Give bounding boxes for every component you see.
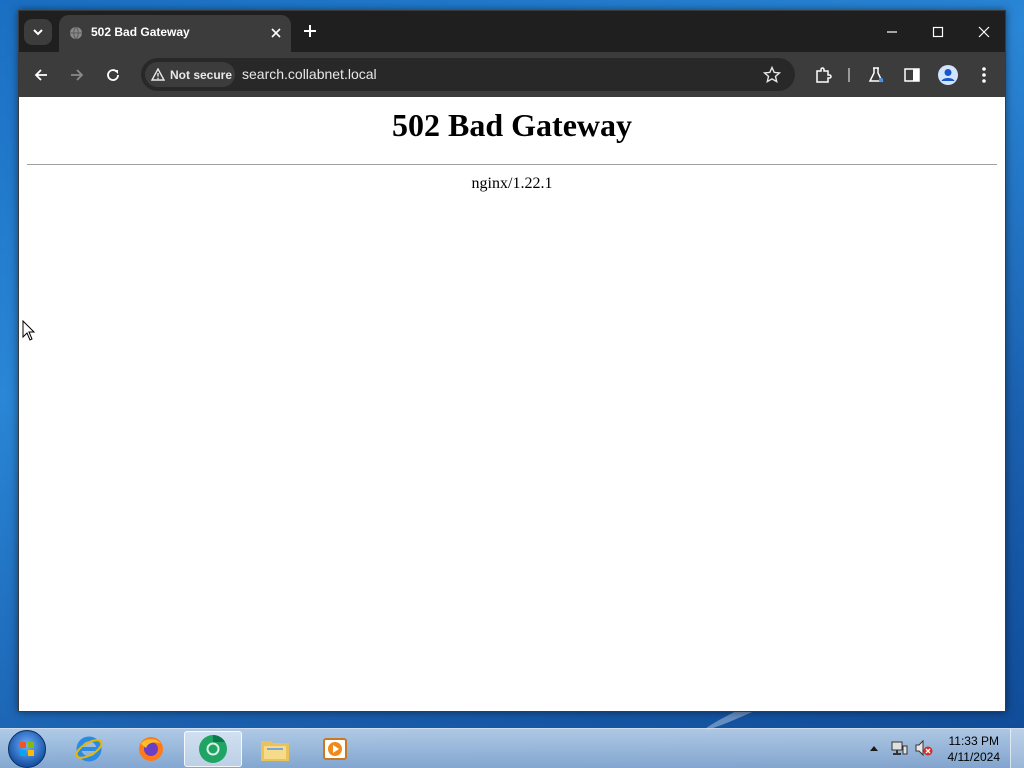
clock-date: 4/11/2024 bbox=[947, 750, 1001, 764]
reload-icon bbox=[107, 69, 119, 81]
arrow-left-icon bbox=[34, 69, 47, 81]
toolbar-divider bbox=[848, 68, 850, 82]
close-tab-icon[interactable] bbox=[267, 24, 285, 42]
puzzle-icon bbox=[816, 67, 832, 83]
taskbar-app-media-player[interactable] bbox=[306, 731, 364, 767]
star-icon[interactable] bbox=[763, 66, 781, 84]
back-button[interactable] bbox=[29, 63, 53, 87]
show-hidden-icons-icon[interactable] bbox=[868, 739, 880, 757]
side-panel-icon bbox=[904, 68, 920, 82]
close-icon bbox=[978, 26, 990, 37]
minimize-icon bbox=[887, 30, 897, 33]
file-explorer-icon bbox=[261, 741, 289, 761]
network-icon[interactable] bbox=[890, 739, 908, 757]
clock-time: 11:33 PM bbox=[948, 734, 999, 748]
system-clock[interactable]: 11:33 PM 4/11/2024 bbox=[948, 733, 1001, 765]
start-button[interactable] bbox=[8, 730, 46, 768]
close-window-button[interactable] bbox=[961, 11, 1007, 52]
taskbar-app-firefox[interactable] bbox=[122, 731, 180, 767]
divider bbox=[27, 164, 997, 165]
security-label: Not secure bbox=[170, 67, 233, 82]
browser-toolbar: Not secure search.collabnet.local bbox=[19, 52, 1005, 97]
windows-logo-icon bbox=[20, 742, 34, 756]
chevron-down-icon bbox=[33, 29, 43, 36]
flask-icon bbox=[868, 67, 884, 83]
new-tab-icon[interactable] bbox=[301, 22, 319, 40]
firefox-icon bbox=[139, 737, 163, 761]
taskbar-app-file-explorer[interactable] bbox=[246, 731, 304, 767]
url-text[interactable]: search.collabnet.local bbox=[242, 66, 377, 82]
profile-button[interactable] bbox=[937, 64, 959, 86]
avatar-icon bbox=[938, 65, 958, 85]
chrome-icon bbox=[199, 735, 227, 763]
tab-active[interactable]: 502 Bad Gateway bbox=[59, 15, 291, 52]
show-desktop-button[interactable] bbox=[1010, 729, 1024, 768]
globe-icon bbox=[70, 26, 82, 40]
internet-explorer-icon bbox=[75, 736, 103, 762]
maximize-button[interactable] bbox=[915, 11, 961, 52]
maximize-icon bbox=[932, 26, 944, 37]
page-content: 502 Bad Gateway nginx/1.22.1 bbox=[19, 97, 1005, 711]
browser-window: 502 Bad Gateway Not secure search.collab… bbox=[18, 10, 1006, 712]
extensions-button[interactable] bbox=[812, 64, 834, 86]
site-info-chip[interactable]: Not secure bbox=[145, 62, 235, 87]
taskbar-app-internet-explorer[interactable] bbox=[60, 731, 118, 767]
tab-title: 502 Bad Gateway bbox=[91, 25, 190, 39]
server-signature: nginx/1.22.1 bbox=[471, 175, 553, 192]
forward-button[interactable] bbox=[65, 63, 89, 87]
taskbar-app-chrome[interactable] bbox=[184, 731, 242, 767]
side-panel-button[interactable] bbox=[901, 64, 923, 86]
warning-icon bbox=[151, 68, 165, 81]
page-heading: 502 Bad Gateway bbox=[392, 107, 632, 143]
kebab-menu-icon bbox=[982, 67, 986, 83]
menu-button[interactable] bbox=[973, 64, 995, 86]
address-bar[interactable]: Not secure search.collabnet.local bbox=[141, 58, 795, 91]
volume-muted-icon[interactable] bbox=[914, 739, 934, 757]
tab-search-button[interactable] bbox=[24, 19, 52, 45]
reload-button[interactable] bbox=[101, 63, 125, 87]
media-player-icon bbox=[323, 738, 347, 760]
mouse-cursor-icon bbox=[22, 320, 36, 341]
labs-button[interactable] bbox=[865, 64, 887, 86]
arrow-right-icon bbox=[71, 69, 84, 81]
minimize-button[interactable] bbox=[869, 11, 915, 52]
tab-strip: 502 Bad Gateway bbox=[19, 11, 1005, 52]
taskbar: 11:33 PM 4/11/2024 bbox=[0, 728, 1024, 768]
